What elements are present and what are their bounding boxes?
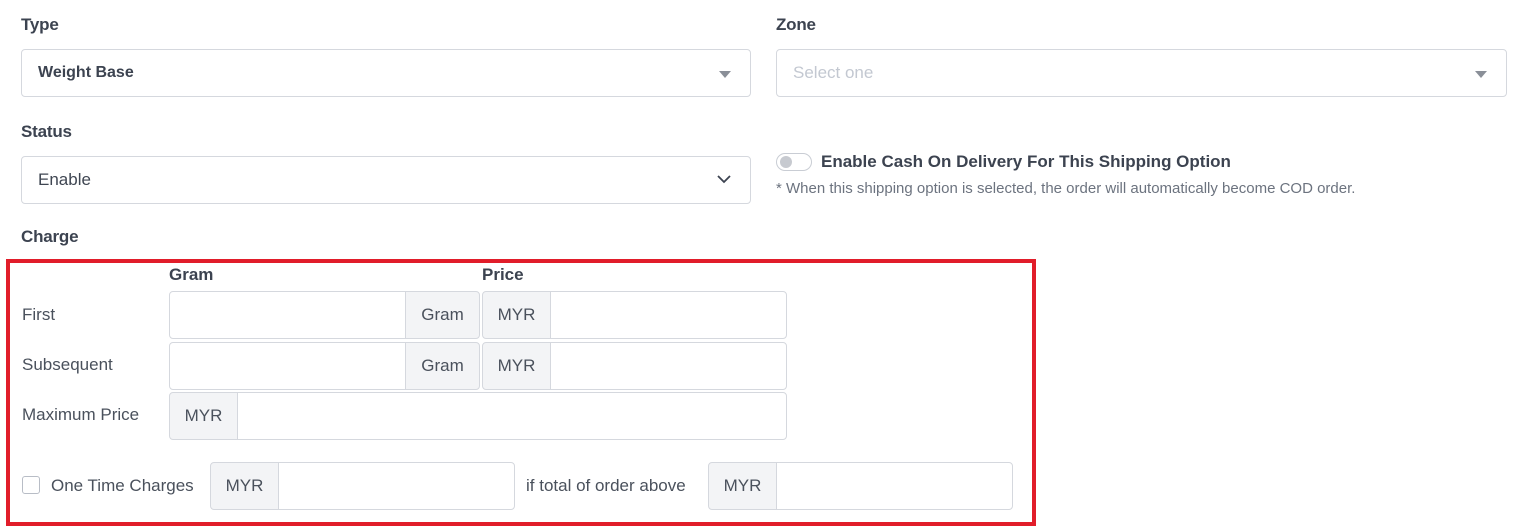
maximum-price-input[interactable] xyxy=(237,392,787,440)
status-select[interactable]: Enable xyxy=(21,156,751,204)
subsequent-price-input[interactable] xyxy=(550,342,787,390)
subsequent-gram-unit: Gram xyxy=(405,342,480,390)
subsequent-gram-input[interactable] xyxy=(169,342,406,390)
order-above-currency: MYR xyxy=(708,462,777,510)
first-row-label: First xyxy=(22,305,56,324)
cod-toggle[interactable] xyxy=(776,153,812,171)
caret-down-icon xyxy=(719,71,731,78)
subsequent-price-currency: MYR xyxy=(482,342,551,390)
one-time-charge-input[interactable] xyxy=(278,462,515,510)
toggle-knob xyxy=(780,156,792,168)
one-time-charges-checkbox[interactable] xyxy=(22,476,40,494)
cod-note: * When this shipping option is selected,… xyxy=(776,180,1356,197)
cod-toggle-label: Enable Cash On Delivery For This Shippin… xyxy=(821,152,1231,171)
first-price-input[interactable] xyxy=(550,291,787,339)
zone-label: Zone xyxy=(776,15,816,34)
first-gram-unit: Gram xyxy=(405,291,480,339)
order-above-input[interactable] xyxy=(776,462,1013,510)
maximum-price-label: Maximum Price xyxy=(22,405,140,424)
chevron-down-icon xyxy=(717,175,731,184)
status-select-value: Enable xyxy=(38,170,91,189)
one-time-currency: MYR xyxy=(210,462,279,510)
price-column-header: Price xyxy=(482,265,524,284)
first-gram-input[interactable] xyxy=(169,291,406,339)
caret-down-icon xyxy=(1475,71,1487,78)
type-label: Type xyxy=(21,15,59,34)
order-above-label: if total of order above xyxy=(526,476,686,495)
type-select-value: Weight Base xyxy=(38,64,134,81)
zone-select[interactable]: Select one xyxy=(776,49,1507,97)
maximum-price-currency: MYR xyxy=(169,392,238,440)
subsequent-row-label: Subsequent xyxy=(22,355,113,374)
zone-select-placeholder: Select one xyxy=(793,63,874,82)
charge-label: Charge xyxy=(21,227,79,246)
gram-column-header: Gram xyxy=(169,265,214,284)
status-label: Status xyxy=(21,122,72,141)
first-price-currency: MYR xyxy=(482,291,551,339)
type-select[interactable]: Weight Base xyxy=(21,49,751,97)
one-time-charges-label: One Time Charges xyxy=(51,476,194,495)
